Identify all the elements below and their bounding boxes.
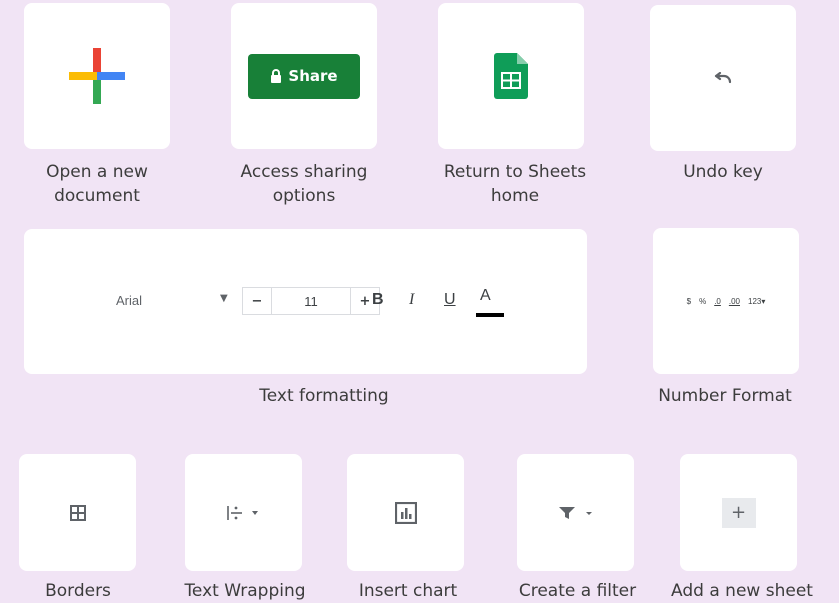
chevron-down-icon: ▾ — [761, 296, 766, 306]
increase-decimal-button[interactable]: .00 — [729, 297, 740, 306]
italic-button[interactable]: I — [409, 291, 414, 309]
text-wrapping-card[interactable] — [185, 454, 302, 571]
new-document-label: Open a new document — [46, 162, 148, 206]
more-formats-label: 123 — [748, 296, 762, 306]
text-color-swatch — [476, 313, 504, 317]
underline-button[interactable]: U — [444, 291, 456, 309]
text-wrap-icon — [226, 505, 258, 520]
borders-card[interactable] — [19, 454, 136, 571]
borders-icon — [69, 504, 86, 521]
decrease-decimal-button[interactable]: .0 — [714, 297, 721, 306]
filter-icon — [558, 506, 592, 519]
undo-card[interactable] — [650, 5, 796, 151]
font-family-select[interactable]: Arial — [116, 293, 142, 308]
share-label: Access sharing options — [240, 162, 368, 206]
share-card: Share — [231, 3, 377, 149]
currency-format-button[interactable]: $ — [687, 297, 691, 306]
plus-icon: + — [730, 502, 747, 523]
decrease-font-size-button[interactable]: − — [243, 288, 272, 314]
more-formats-button[interactable]: 123▾ — [748, 297, 765, 306]
text-wrapping-label: Text Wrapping — [184, 581, 306, 601]
sheets-home-label: Return to Sheets home — [443, 162, 587, 206]
number-format-toolbar: $ % .0 .00 123▾ — [687, 297, 766, 306]
percent-format-button[interactable]: % — [699, 297, 706, 306]
borders-label: Borders — [45, 581, 111, 601]
text-color-button[interactable]: A — [480, 287, 491, 305]
add-sheet-button[interactable]: + — [721, 497, 756, 528]
add-sheet-card: + — [680, 454, 797, 571]
add-sheet-label: Add a new sheet — [671, 581, 813, 601]
create-filter-label: Create a filter — [518, 581, 637, 601]
number-format-card: $ % .0 .00 123▾ — [653, 228, 799, 374]
new-document-card[interactable] — [24, 3, 170, 149]
insert-chart-label: Insert chart — [358, 581, 458, 601]
chevron-down-icon[interactable]: ▼ — [220, 293, 228, 304]
font-size-stepper: − 11 + — [242, 287, 380, 315]
font-size-value[interactable]: 11 — [272, 288, 351, 314]
bold-button[interactable]: B — [372, 291, 384, 309]
create-filter-card[interactable] — [517, 454, 634, 571]
text-formatting-label: Text formatting — [259, 386, 389, 406]
google-plus-icon — [69, 48, 125, 104]
number-format-label: Number Format — [658, 386, 792, 406]
sheets-logo-icon — [494, 53, 528, 99]
undo-icon — [714, 72, 732, 84]
undo-label: Undo key — [683, 162, 763, 182]
chart-icon — [394, 501, 417, 524]
lock-icon — [271, 69, 282, 83]
sheets-home-card[interactable] — [438, 3, 584, 149]
text-formatting-card: Arial ▼ − 11 + B I U A — [24, 229, 587, 374]
share-button[interactable]: Share — [248, 53, 360, 99]
insert-chart-card[interactable] — [347, 454, 464, 571]
text-format-toolbar: Arial ▼ − 11 + B I U A — [24, 229, 587, 374]
share-button-label: Share — [288, 67, 338, 85]
